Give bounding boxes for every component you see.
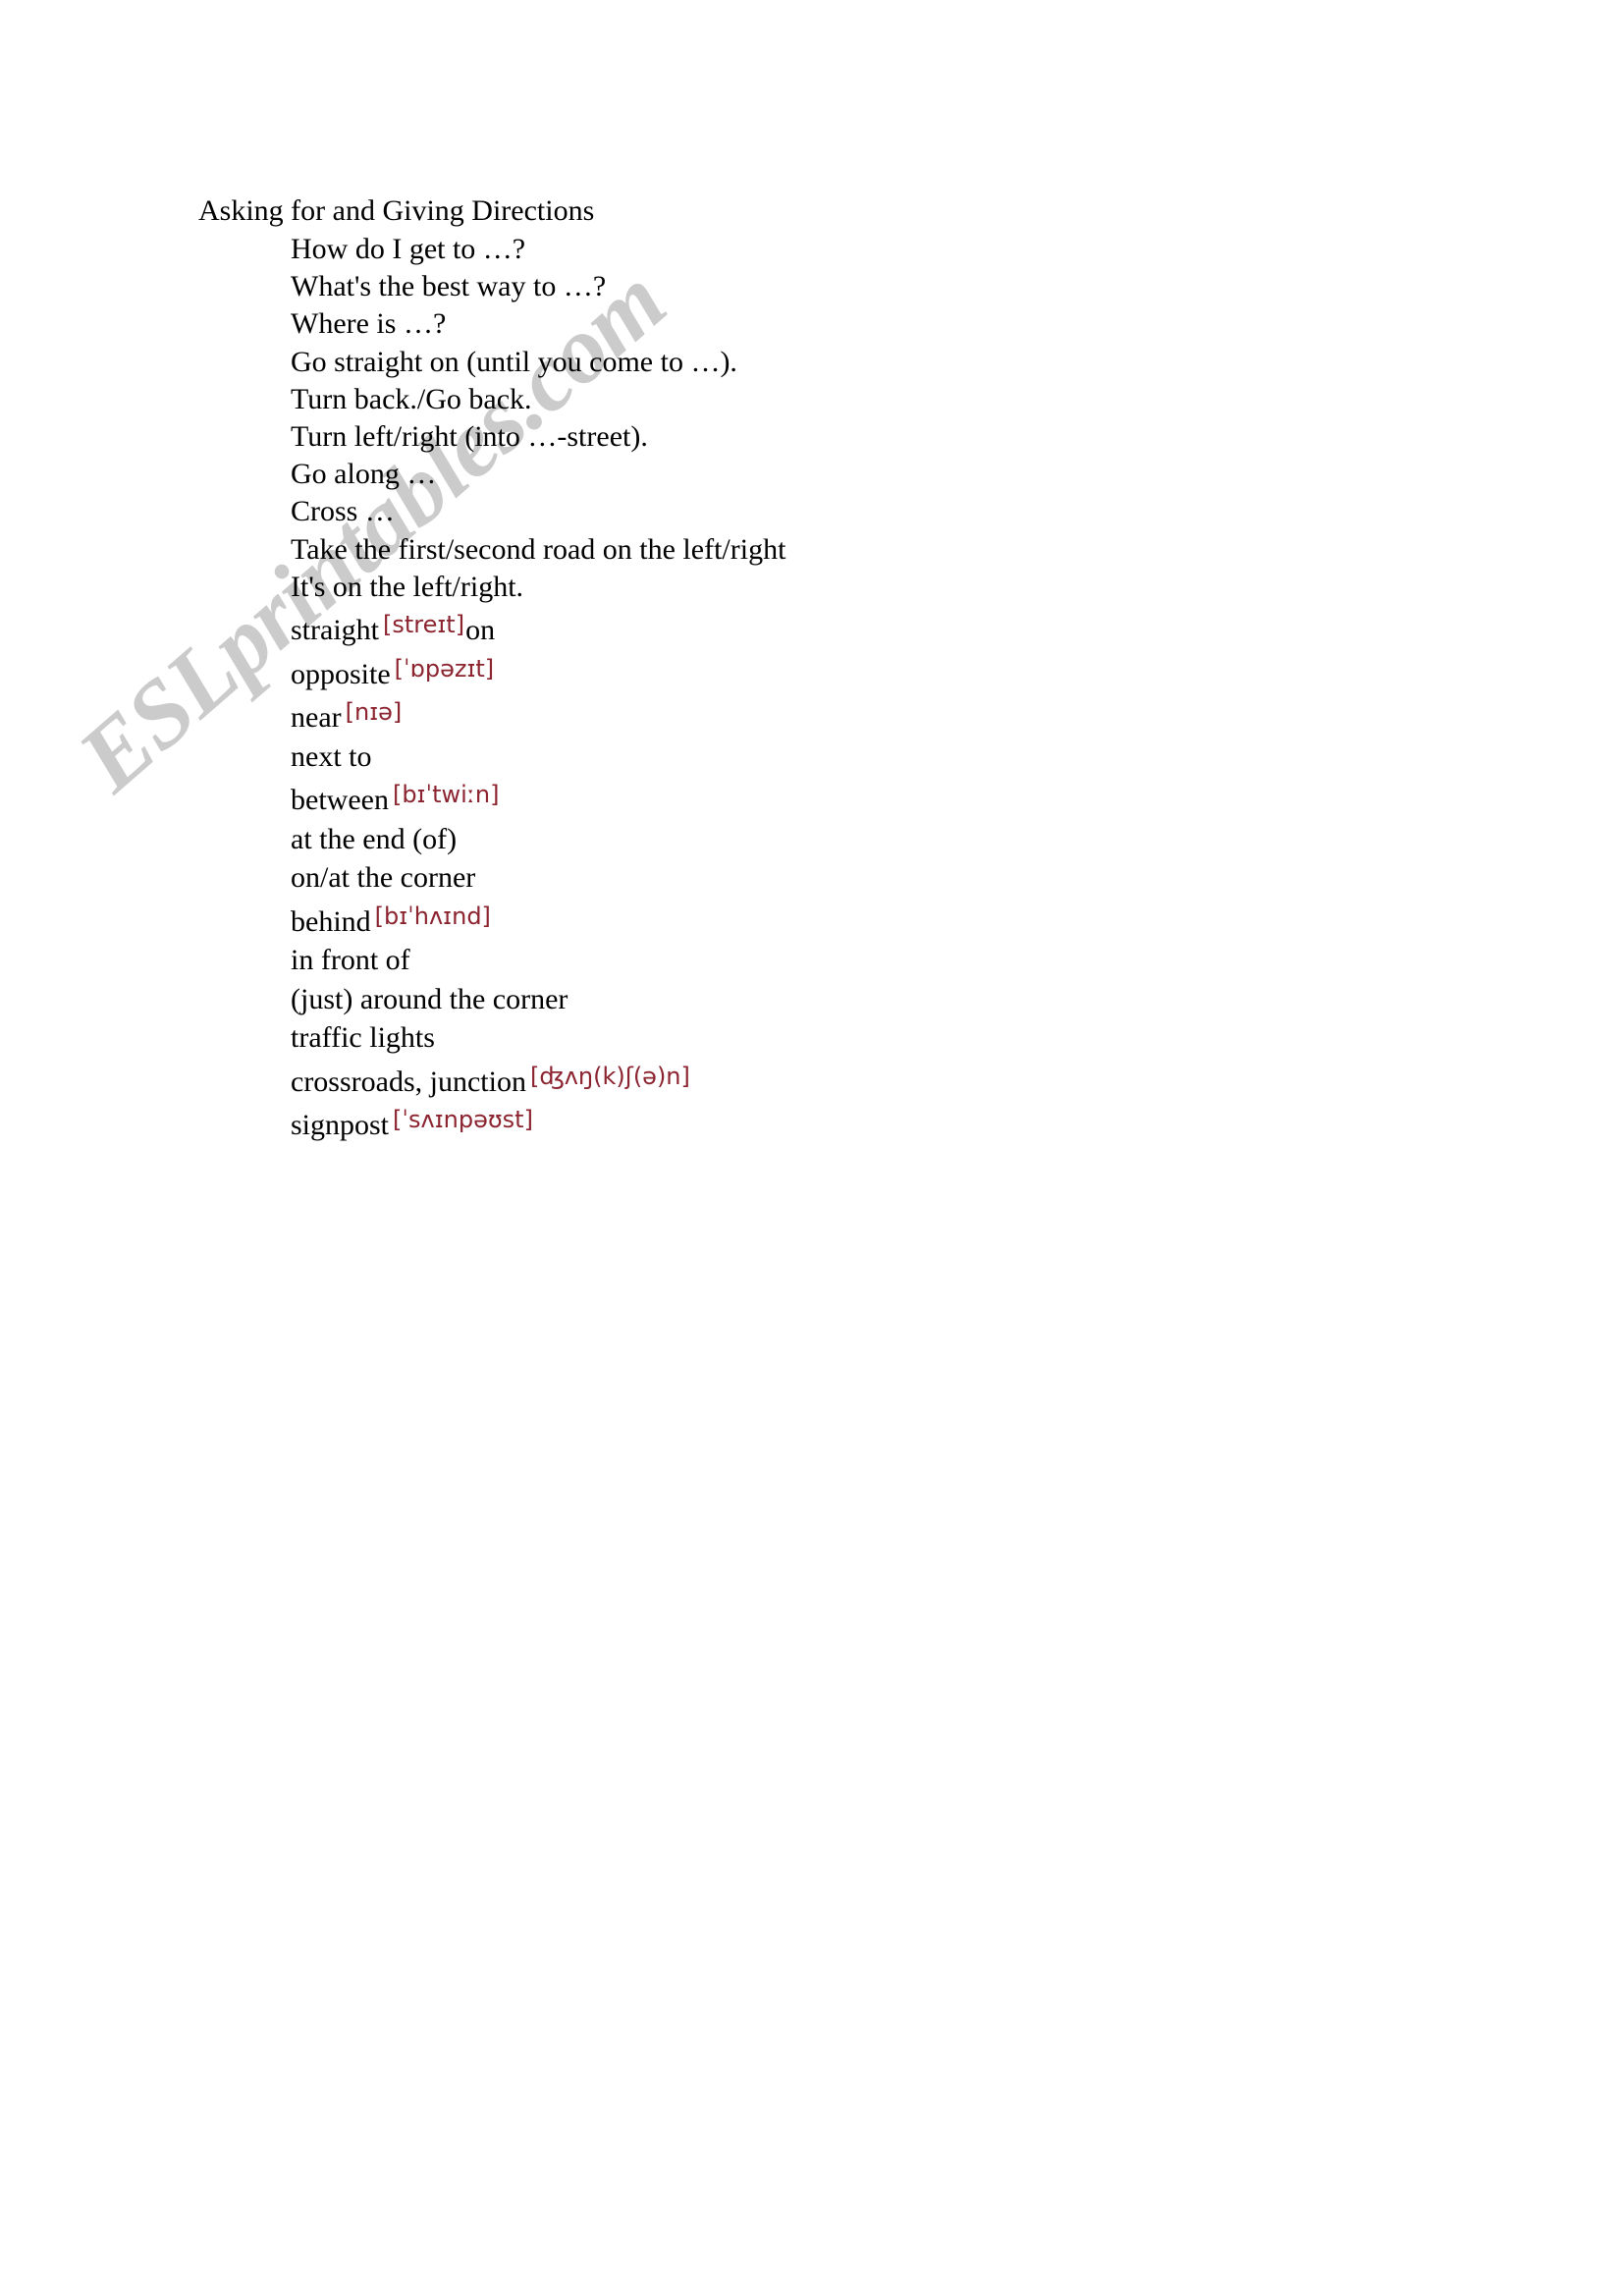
- page-title: Asking for and Giving Directions: [198, 194, 595, 227]
- vocabulary-entry: near [nɪə]: [291, 693, 1469, 738]
- phrase-list: How do I get to …? What's the best way to…: [291, 231, 1469, 606]
- vocabulary-entry: in front of: [291, 941, 1469, 980]
- phrase-line: Turn left/right (into …-street).: [291, 420, 648, 454]
- phrase-line: What's the best way to …?: [291, 270, 607, 303]
- phrase-line: Take the first/second road on the left/r…: [291, 532, 786, 566]
- ipa-transcription: [ˈɒpəzɪt]: [394, 654, 495, 683]
- vocabulary-list: straight [streɪt]on opposite [ˈɒpəzɪt] near[…: [291, 606, 1469, 1145]
- ipa-transcription: [ˈsʌɪnpəʊst]: [393, 1106, 533, 1133]
- vocabulary-entry: behind [bɪˈhʌɪnd]: [291, 898, 1469, 942]
- vocabulary-term: near: [291, 701, 342, 734]
- worksheet-page: ESLprintables.com Asking for and Giving …: [0, 0, 1623, 2296]
- vocabulary-entry: traffic lights: [291, 1018, 1469, 1058]
- vocabulary-term: next to: [291, 739, 372, 773]
- vocabulary-term: signpost: [291, 1109, 390, 1141]
- vocabulary-term: (just) around the corner: [291, 982, 568, 1015]
- ipa-transcription: [bɪˈtwiːn]: [392, 781, 500, 808]
- vocabulary-entry: signpost [ˈsʌɪnpəʊst]: [291, 1101, 1469, 1145]
- vocabulary-entry: between [bɪˈtwiːn]: [291, 776, 1469, 820]
- vocabulary-term: at the end (of): [291, 822, 458, 855]
- vocabulary-term: in front of: [291, 944, 410, 976]
- vocabulary-entry: opposite [ˈɒpəzɪt]: [291, 650, 1469, 694]
- vocabulary-term: opposite: [291, 657, 391, 690]
- ipa-transcription: [ʤʌŋ(k)ʃ(ə)n]: [529, 1062, 690, 1090]
- vocabulary-term: crossroads, junction: [291, 1065, 526, 1098]
- vocabulary-term: behind: [291, 904, 371, 938]
- phrase-line: Cross …: [291, 495, 395, 528]
- vocabulary-term: on/at the corner: [291, 861, 476, 894]
- phrase-line: Go straight on (until you come to …).: [291, 345, 737, 378]
- ipa-transcription: [bɪˈhʌɪnd]: [374, 902, 491, 930]
- phrase-line: Turn back./Go back.: [291, 382, 532, 415]
- ipa-transcription: [streɪt]: [383, 611, 465, 638]
- vocabulary-term: traffic lights: [291, 1021, 435, 1054]
- vocabulary-entry: at the end (of): [291, 820, 1469, 859]
- vocabulary-entry: (just) around the corner: [291, 980, 1469, 1019]
- phrase-line: Where is …?: [291, 307, 447, 341]
- vocabulary-term-suffix: on: [465, 614, 496, 646]
- ipa-transcription: [nɪə]: [345, 698, 403, 726]
- vocabulary-entry: next to: [291, 738, 1469, 777]
- vocabulary-term: straight: [291, 614, 379, 646]
- vocabulary-entry: on/at the corner: [291, 858, 1469, 898]
- phrase-line: How do I get to …?: [291, 233, 526, 265]
- phrase-line: Go along …: [291, 458, 437, 491]
- vocabulary-term: between: [291, 784, 389, 816]
- phrase-line: It's on the left/right.: [291, 570, 524, 603]
- vocabulary-entry: straight [streɪt]on: [291, 606, 1469, 650]
- vocabulary-entry: crossroads, junction [ʤʌŋ(k)ʃ(ə)n]: [291, 1058, 1469, 1102]
